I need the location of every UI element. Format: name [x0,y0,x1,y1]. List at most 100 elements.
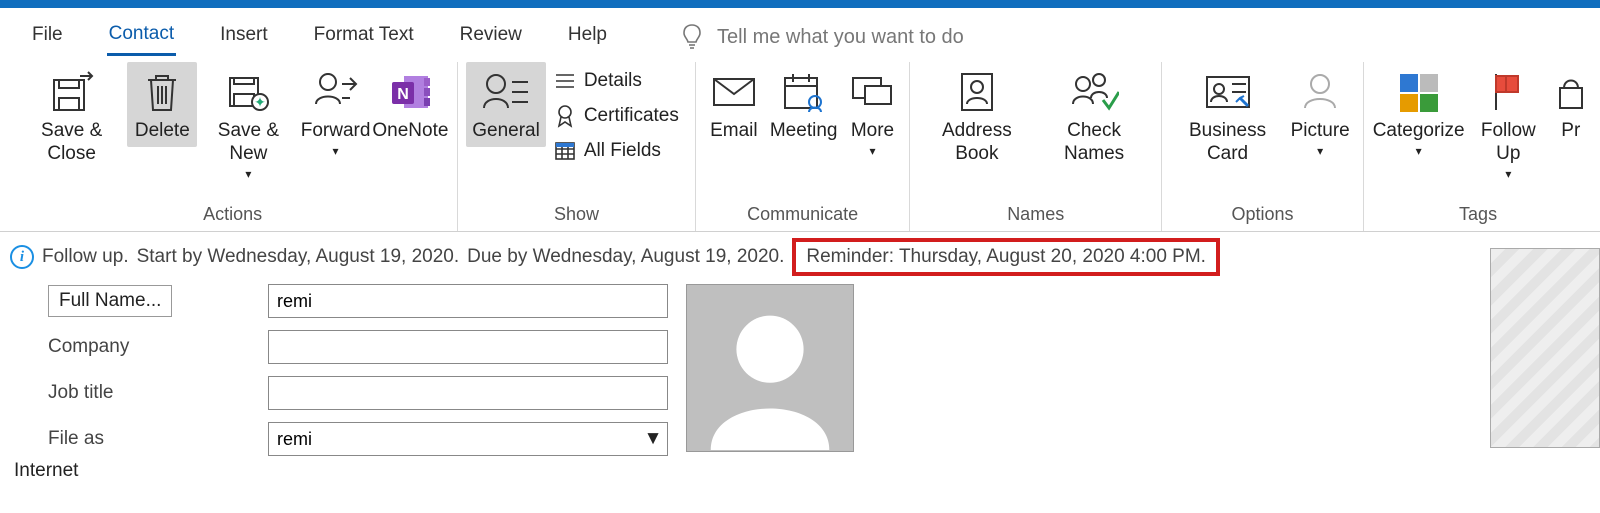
private-button[interactable]: Pr [1552,62,1584,147]
all-fields-icon [554,141,576,161]
follow-up-button[interactable]: Follow Up ▾ [1465,62,1551,185]
job-title-label: Job title [48,382,248,404]
follow-up-label: Follow Up [1471,120,1545,166]
info-icon: i [10,245,34,269]
general-label: General [472,120,540,143]
categorize-button[interactable]: Categorize ▾ [1372,62,1465,162]
delete-label: Delete [135,120,190,143]
more-icon [849,72,895,112]
tab-help[interactable]: Help [566,20,609,54]
follow-up-caret-icon: ▾ [1505,167,1511,181]
file-as-label: File as [48,428,248,450]
check-names-label: Check Names [1041,120,1147,166]
title-bar [0,0,1600,8]
tab-contact[interactable]: Contact [107,19,176,56]
all-fields-label: All Fields [584,140,661,162]
group-show: General Details Certificates [458,62,696,231]
more-label: More [851,120,894,143]
forward-button[interactable]: Forward ▾ [300,62,372,162]
ribbon: Save & Close Delete [0,60,1600,232]
contact-form: Full Name... Company Job title File as ▼ [0,282,1600,456]
tab-review[interactable]: Review [458,20,524,54]
group-names: Address Book Check Names Names [910,62,1161,231]
all-fields-button[interactable]: All Fields [550,138,683,164]
more-button[interactable]: More ▾ [843,62,901,162]
file-as-input[interactable] [269,427,639,452]
flag-icon [1488,70,1528,114]
envelope-icon [711,74,757,110]
lock-icon [1556,70,1586,114]
followup-start-text: Start by Wednesday, August 19, 2020. [137,246,460,268]
company-input[interactable] [268,330,668,364]
picture-caret-icon: ▾ [1317,144,1323,158]
details-button[interactable]: Details [550,68,683,94]
ribbon-tabs: File Contact Insert Format Text Review H… [0,8,1600,60]
followup-reminder-text: Reminder: Thursday, August 20, 2020 4:00… [806,246,1206,267]
tab-insert[interactable]: Insert [218,20,270,54]
save-new-button[interactable]: ✦ Save & New ▾ [197,62,299,185]
svg-text:✦: ✦ [255,94,267,110]
business-card-button[interactable]: Business Card [1170,62,1285,170]
tab-file[interactable]: File [30,20,65,54]
tell-me-search[interactable]: Tell me what you want to do [681,23,964,51]
file-as-dropdown-icon[interactable]: ▼ [639,428,667,450]
full-name-input[interactable] [268,284,668,318]
picture-icon [1299,70,1341,114]
onenote-icon: N [388,70,432,114]
general-button[interactable]: General [466,62,546,147]
followup-reminder-highlight: Reminder: Thursday, August 20, 2020 4:00… [792,238,1220,276]
group-tags: Categorize ▾ Follow Up ▾ [1364,62,1592,231]
categorize-caret-icon: ▾ [1416,144,1422,158]
trash-icon [142,70,182,114]
certificates-button[interactable]: Certificates [550,102,683,130]
certificates-icon [554,104,576,128]
save-new-caret-icon: ▾ [245,167,251,181]
meeting-icon [781,70,827,114]
svg-text:N: N [398,86,410,103]
job-title-input[interactable] [268,376,668,410]
email-button[interactable]: Email [704,62,764,147]
picture-button[interactable]: Picture ▾ [1285,62,1355,162]
private-label: Pr [1561,120,1580,143]
email-label: Email [710,120,758,143]
group-show-label: Show [554,204,599,229]
lightbulb-icon [681,23,703,51]
tab-format-text[interactable]: Format Text [312,20,416,54]
save-close-label: Save & Close [22,120,121,166]
followup-text: Follow up. [42,246,129,268]
group-actions: Save & Close Delete [8,62,458,231]
certificates-label: Certificates [584,105,679,127]
delete-button[interactable]: Delete [127,62,197,147]
full-name-button[interactable]: Full Name... [48,285,172,317]
categorize-label: Categorize [1373,120,1465,143]
details-label: Details [584,70,642,92]
business-card-label: Business Card [1176,120,1279,166]
save-close-icon [50,70,94,114]
business-card-icon [1204,72,1252,112]
address-book-icon [956,70,998,114]
company-label: Company [48,336,248,358]
picture-label: Picture [1291,120,1350,143]
save-close-button[interactable]: Save & Close [16,62,127,170]
group-options: Business Card Picture ▾ Options [1162,62,1364,231]
address-book-label: Address Book [924,120,1029,166]
forward-icon [312,70,360,114]
forward-label: Forward [301,120,371,143]
forward-caret-icon: ▾ [333,144,339,158]
tell-me-label: Tell me what you want to do [717,26,964,49]
meeting-button[interactable]: Meeting [764,62,844,147]
file-as-combo[interactable]: ▼ [268,422,668,456]
group-communicate: Email Meeting [696,62,911,231]
group-actions-label: Actions [203,204,262,229]
save-new-label: Save & New [203,120,293,166]
business-card-preview [1490,248,1600,448]
internet-section-header: Internet [0,456,1600,482]
categorize-icon [1396,70,1442,114]
address-book-button[interactable]: Address Book [918,62,1035,170]
onenote-button[interactable]: N OneNote [372,62,450,147]
check-names-button[interactable]: Check Names [1035,62,1153,170]
group-communicate-label: Communicate [747,204,858,229]
followup-info-bar: i Follow up. Start by Wednesday, August … [0,232,1600,282]
general-icon [482,70,530,114]
contact-photo-placeholder[interactable] [686,284,854,452]
